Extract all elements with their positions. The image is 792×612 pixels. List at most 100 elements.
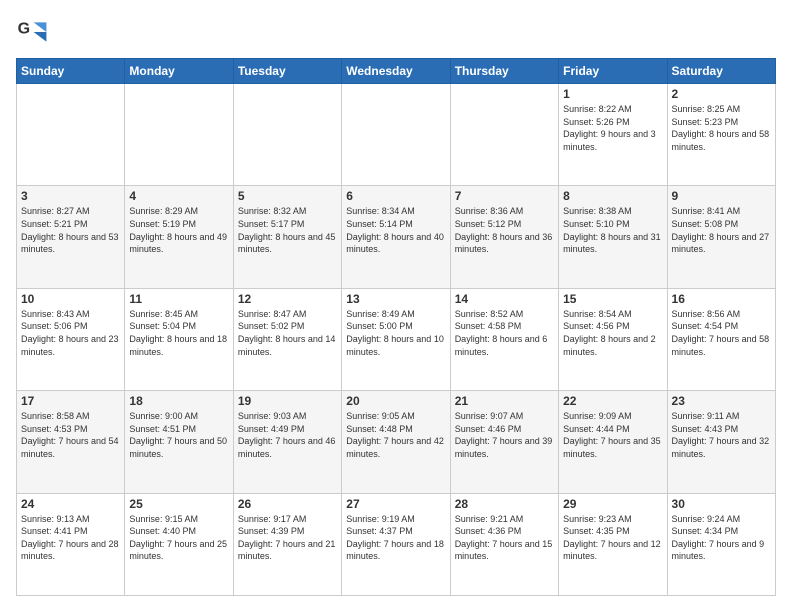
day-number: 17 bbox=[21, 394, 120, 408]
day-header-friday: Friday bbox=[559, 59, 667, 84]
day-info: Sunrise: 8:49 AM Sunset: 5:00 PM Dayligh… bbox=[346, 308, 445, 358]
day-number: 23 bbox=[672, 394, 771, 408]
day-number: 11 bbox=[129, 292, 228, 306]
day-info: Sunrise: 8:52 AM Sunset: 4:58 PM Dayligh… bbox=[455, 308, 554, 358]
week-row-2: 10 Sunrise: 8:43 AM Sunset: 5:06 PM Dayli… bbox=[17, 288, 776, 390]
calendar-cell: 21 Sunrise: 9:07 AM Sunset: 4:46 PM Dayli… bbox=[450, 391, 558, 493]
calendar-cell: 6 Sunrise: 8:34 AM Sunset: 5:14 PM Daylig… bbox=[342, 186, 450, 288]
day-number: 26 bbox=[238, 497, 337, 511]
day-info: Sunrise: 9:03 AM Sunset: 4:49 PM Dayligh… bbox=[238, 410, 337, 460]
calendar-cell: 28 Sunrise: 9:21 AM Sunset: 4:36 PM Dayli… bbox=[450, 493, 558, 595]
calendar-cell bbox=[125, 84, 233, 186]
day-number: 1 bbox=[563, 87, 662, 101]
day-info: Sunrise: 9:05 AM Sunset: 4:48 PM Dayligh… bbox=[346, 410, 445, 460]
page: G SundayMondayTuesdayWednesdayThursdayFr… bbox=[0, 0, 792, 612]
day-number: 7 bbox=[455, 189, 554, 203]
day-info: Sunrise: 9:19 AM Sunset: 4:37 PM Dayligh… bbox=[346, 513, 445, 563]
header: G bbox=[16, 16, 776, 48]
calendar-cell: 11 Sunrise: 8:45 AM Sunset: 5:04 PM Dayli… bbox=[125, 288, 233, 390]
calendar-cell: 1 Sunrise: 8:22 AM Sunset: 5:26 PM Daylig… bbox=[559, 84, 667, 186]
calendar-cell: 2 Sunrise: 8:25 AM Sunset: 5:23 PM Daylig… bbox=[667, 84, 775, 186]
calendar-cell: 14 Sunrise: 8:52 AM Sunset: 4:58 PM Dayli… bbox=[450, 288, 558, 390]
day-number: 28 bbox=[455, 497, 554, 511]
day-info: Sunrise: 8:47 AM Sunset: 5:02 PM Dayligh… bbox=[238, 308, 337, 358]
calendar-cell: 22Sunrise: 9:09 AM Sunset: 4:44 PM Dayli… bbox=[559, 391, 667, 493]
calendar-cell: 29Sunrise: 9:23 AM Sunset: 4:35 PM Dayli… bbox=[559, 493, 667, 595]
day-number: 20 bbox=[346, 394, 445, 408]
day-number: 6 bbox=[346, 189, 445, 203]
day-number: 13 bbox=[346, 292, 445, 306]
day-number: 16 bbox=[672, 292, 771, 306]
calendar-cell: 15Sunrise: 8:54 AM Sunset: 4:56 PM Dayli… bbox=[559, 288, 667, 390]
logo-icon: G bbox=[16, 16, 48, 48]
day-info: Sunrise: 8:56 AM Sunset: 4:54 PM Dayligh… bbox=[672, 308, 771, 358]
week-row-3: 17Sunrise: 8:58 AM Sunset: 4:53 PM Dayli… bbox=[17, 391, 776, 493]
svg-text:G: G bbox=[18, 21, 30, 38]
calendar-cell: 13 Sunrise: 8:49 AM Sunset: 5:00 PM Dayli… bbox=[342, 288, 450, 390]
calendar-cell: 5 Sunrise: 8:32 AM Sunset: 5:17 PM Daylig… bbox=[233, 186, 341, 288]
day-info: Sunrise: 8:32 AM Sunset: 5:17 PM Dayligh… bbox=[238, 205, 337, 255]
day-number: 14 bbox=[455, 292, 554, 306]
calendar-cell: 20 Sunrise: 9:05 AM Sunset: 4:48 PM Dayli… bbox=[342, 391, 450, 493]
calendar-cell: 8 Sunrise: 8:38 AM Sunset: 5:10 PM Daylig… bbox=[559, 186, 667, 288]
day-number: 21 bbox=[455, 394, 554, 408]
day-number: 5 bbox=[238, 189, 337, 203]
calendar-cell: 16 Sunrise: 8:56 AM Sunset: 4:54 PM Dayli… bbox=[667, 288, 775, 390]
day-info: Sunrise: 9:00 AM Sunset: 4:51 PM Dayligh… bbox=[129, 410, 228, 460]
day-number: 8 bbox=[563, 189, 662, 203]
calendar-header-row: SundayMondayTuesdayWednesdayThursdayFrid… bbox=[17, 59, 776, 84]
day-info: Sunrise: 8:38 AM Sunset: 5:10 PM Dayligh… bbox=[563, 205, 662, 255]
day-info: Sunrise: 8:29 AM Sunset: 5:19 PM Dayligh… bbox=[129, 205, 228, 255]
day-info: Sunrise: 9:11 AM Sunset: 4:43 PM Dayligh… bbox=[672, 410, 771, 460]
day-info: Sunrise: 8:25 AM Sunset: 5:23 PM Dayligh… bbox=[672, 103, 771, 153]
day-header-wednesday: Wednesday bbox=[342, 59, 450, 84]
day-number: 4 bbox=[129, 189, 228, 203]
week-row-4: 24 Sunrise: 9:13 AM Sunset: 4:41 PM Dayli… bbox=[17, 493, 776, 595]
calendar-cell: 17Sunrise: 8:58 AM Sunset: 4:53 PM Dayli… bbox=[17, 391, 125, 493]
day-number: 18 bbox=[129, 394, 228, 408]
calendar-cell: 18 Sunrise: 9:00 AM Sunset: 4:51 PM Dayli… bbox=[125, 391, 233, 493]
day-number: 2 bbox=[672, 87, 771, 101]
calendar-cell: 12Sunrise: 8:47 AM Sunset: 5:02 PM Dayli… bbox=[233, 288, 341, 390]
day-number: 15 bbox=[563, 292, 662, 306]
day-header-thursday: Thursday bbox=[450, 59, 558, 84]
day-info: Sunrise: 9:23 AM Sunset: 4:35 PM Dayligh… bbox=[563, 513, 662, 563]
week-row-0: 1 Sunrise: 8:22 AM Sunset: 5:26 PM Daylig… bbox=[17, 84, 776, 186]
calendar-cell: 4 Sunrise: 8:29 AM Sunset: 5:19 PM Daylig… bbox=[125, 186, 233, 288]
day-header-tuesday: Tuesday bbox=[233, 59, 341, 84]
calendar-cell: 26 Sunrise: 9:17 AM Sunset: 4:39 PM Dayli… bbox=[233, 493, 341, 595]
day-info: Sunrise: 8:34 AM Sunset: 5:14 PM Dayligh… bbox=[346, 205, 445, 255]
calendar-cell: 7 Sunrise: 8:36 AM Sunset: 5:12 PM Daylig… bbox=[450, 186, 558, 288]
day-info: Sunrise: 9:07 AM Sunset: 4:46 PM Dayligh… bbox=[455, 410, 554, 460]
day-info: Sunrise: 9:13 AM Sunset: 4:41 PM Dayligh… bbox=[21, 513, 120, 563]
day-info: Sunrise: 8:22 AM Sunset: 5:26 PM Dayligh… bbox=[563, 103, 662, 153]
day-info: Sunrise: 9:15 AM Sunset: 4:40 PM Dayligh… bbox=[129, 513, 228, 563]
day-info: Sunrise: 9:17 AM Sunset: 4:39 PM Dayligh… bbox=[238, 513, 337, 563]
calendar-cell bbox=[233, 84, 341, 186]
calendar-cell bbox=[342, 84, 450, 186]
calendar-cell: 10 Sunrise: 8:43 AM Sunset: 5:06 PM Dayli… bbox=[17, 288, 125, 390]
day-info: Sunrise: 8:36 AM Sunset: 5:12 PM Dayligh… bbox=[455, 205, 554, 255]
calendar-cell bbox=[450, 84, 558, 186]
week-row-1: 3Sunrise: 8:27 AM Sunset: 5:21 PM Daylig… bbox=[17, 186, 776, 288]
day-number: 27 bbox=[346, 497, 445, 511]
day-number: 10 bbox=[21, 292, 120, 306]
calendar-cell: 25Sunrise: 9:15 AM Sunset: 4:40 PM Dayli… bbox=[125, 493, 233, 595]
calendar-cell: 3Sunrise: 8:27 AM Sunset: 5:21 PM Daylig… bbox=[17, 186, 125, 288]
calendar-table: SundayMondayTuesdayWednesdayThursdayFrid… bbox=[16, 58, 776, 596]
day-number: 24 bbox=[21, 497, 120, 511]
day-info: Sunrise: 8:45 AM Sunset: 5:04 PM Dayligh… bbox=[129, 308, 228, 358]
day-header-saturday: Saturday bbox=[667, 59, 775, 84]
day-info: Sunrise: 8:41 AM Sunset: 5:08 PM Dayligh… bbox=[672, 205, 771, 255]
day-number: 9 bbox=[672, 189, 771, 203]
calendar-cell: 23 Sunrise: 9:11 AM Sunset: 4:43 PM Dayli… bbox=[667, 391, 775, 493]
day-info: Sunrise: 8:43 AM Sunset: 5:06 PM Dayligh… bbox=[21, 308, 120, 358]
day-number: 19 bbox=[238, 394, 337, 408]
day-number: 30 bbox=[672, 497, 771, 511]
calendar-cell: 30 Sunrise: 9:24 AM Sunset: 4:34 PM Dayli… bbox=[667, 493, 775, 595]
day-info: Sunrise: 9:21 AM Sunset: 4:36 PM Dayligh… bbox=[455, 513, 554, 563]
calendar-cell: 9 Sunrise: 8:41 AM Sunset: 5:08 PM Daylig… bbox=[667, 186, 775, 288]
day-info: Sunrise: 9:24 AM Sunset: 4:34 PM Dayligh… bbox=[672, 513, 771, 563]
logo: G bbox=[16, 16, 52, 48]
day-info: Sunrise: 8:27 AM Sunset: 5:21 PM Dayligh… bbox=[21, 205, 120, 255]
